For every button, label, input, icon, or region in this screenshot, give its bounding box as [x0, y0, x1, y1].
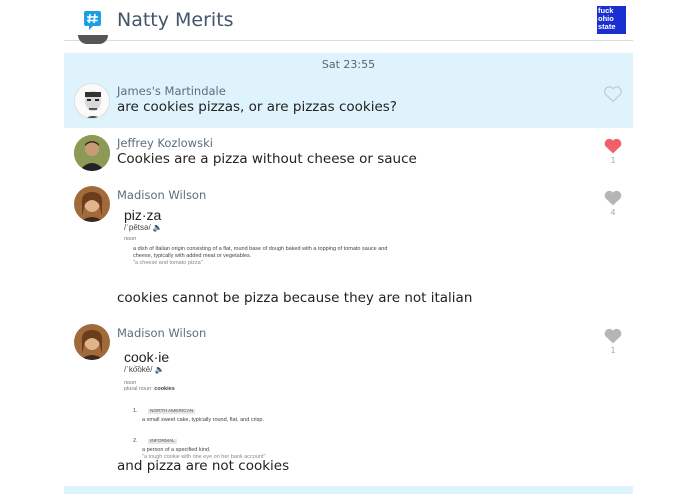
previous-message-avatar — [78, 35, 108, 44]
like-count: 4 — [610, 208, 616, 217]
message-text: and pizza are not cookies — [117, 458, 290, 474]
sense-number: 2. — [133, 438, 138, 444]
message-item[interactable]: Madison Wilson 1 cook·ie /ˈko͝okē/ 🔈 nou… — [64, 318, 633, 486]
chat-header: Natty Merits fuck ohio state — [64, 0, 633, 44]
dictionary-screenshot: piz·za /ˈpētsə/ 🔈 noun a dish of Italian… — [124, 207, 404, 266]
message-item[interactable]: Madison Wilson 4 piz·za /ˈpētsə/ 🔈 noun … — [64, 180, 633, 315]
sense-definition: a small sweet cake, typically round, fla… — [142, 417, 264, 423]
dictionary-part-of-speech: noun — [124, 236, 137, 242]
message-text: are cookies pizzas, or are pizzas cookie… — [117, 99, 397, 115]
dictionary-plural-label: plural noun: — [124, 386, 153, 392]
avatar[interactable] — [74, 324, 110, 360]
chat-window: Natty Merits fuck ohio state Sat 23:55 J… — [64, 0, 633, 494]
dictionary-pronunciation: /ˈko͝okē/ 🔈 — [124, 365, 165, 374]
avatar[interactable] — [74, 135, 110, 171]
like-count: 1 — [610, 346, 616, 355]
author-name[interactable]: Jeffrey Kozlowski — [117, 136, 213, 150]
group-avatar[interactable]: fuck ohio state — [597, 6, 626, 34]
dictionary-word: piz·za — [124, 207, 162, 223]
dictionary-sense: 2. INFORMAL a person of a specified kind… — [124, 429, 404, 460]
heart-filled-icon[interactable] — [603, 327, 623, 345]
message-item[interactable]: James's Martindale are cookies pizzas, o… — [64, 53, 633, 128]
heart-filled-icon[interactable] — [603, 189, 623, 207]
group-avatar-text: fuck ohio state — [598, 6, 616, 31]
avatar[interactable] — [74, 186, 110, 222]
message-item[interactable]: Jeffrey Kozlowski Cookies are a pizza wi… — [64, 128, 633, 180]
like-count: 1 — [610, 156, 616, 165]
avatar[interactable] — [74, 83, 110, 119]
heart-filled-icon[interactable] — [603, 137, 623, 155]
heart-outline-icon[interactable] — [603, 85, 623, 103]
dictionary-screenshot: cook·ie /ˈko͝okē/ 🔈 noun plural noun: co… — [124, 349, 404, 460]
sense-tag: INFORMAL — [148, 439, 177, 444]
dictionary-sense: 1. NORTH AMERICAN a small sweet cake, ty… — [124, 399, 404, 424]
sense-number: 1. — [133, 408, 138, 414]
person-photo-icon — [74, 135, 110, 171]
dictionary-plural-row: plural noun: cookies — [124, 386, 404, 393]
person-face-icon — [75, 84, 109, 118]
dictionary-word: cook·ie — [124, 349, 170, 365]
next-date-banner — [64, 486, 633, 494]
chat-hash-icon[interactable] — [84, 11, 101, 30]
dictionary-pronunciation: /ˈpētsə/ 🔈 — [124, 223, 163, 232]
sense-tag: NORTH AMERICAN — [148, 409, 196, 414]
author-name[interactable]: Madison Wilson — [117, 326, 206, 340]
message-text: cookies cannot be pizza because they are… — [117, 290, 473, 306]
author-name[interactable]: Madison Wilson — [117, 188, 206, 202]
person-photo-icon — [74, 324, 110, 360]
dictionary-definition: a dish of Italian origin consisting of a… — [133, 246, 388, 259]
sense-definition: a person of a specified kind. — [142, 447, 211, 453]
dictionary-example: "a cheese and tomato pizza" — [133, 260, 203, 266]
person-photo-icon — [74, 186, 110, 222]
dictionary-plural: cookies — [154, 386, 175, 392]
group-title[interactable]: Natty Merits — [117, 9, 234, 31]
author-name[interactable]: James's Martindale — [117, 84, 226, 98]
message-text: Cookies are a pizza without cheese or sa… — [117, 151, 417, 167]
